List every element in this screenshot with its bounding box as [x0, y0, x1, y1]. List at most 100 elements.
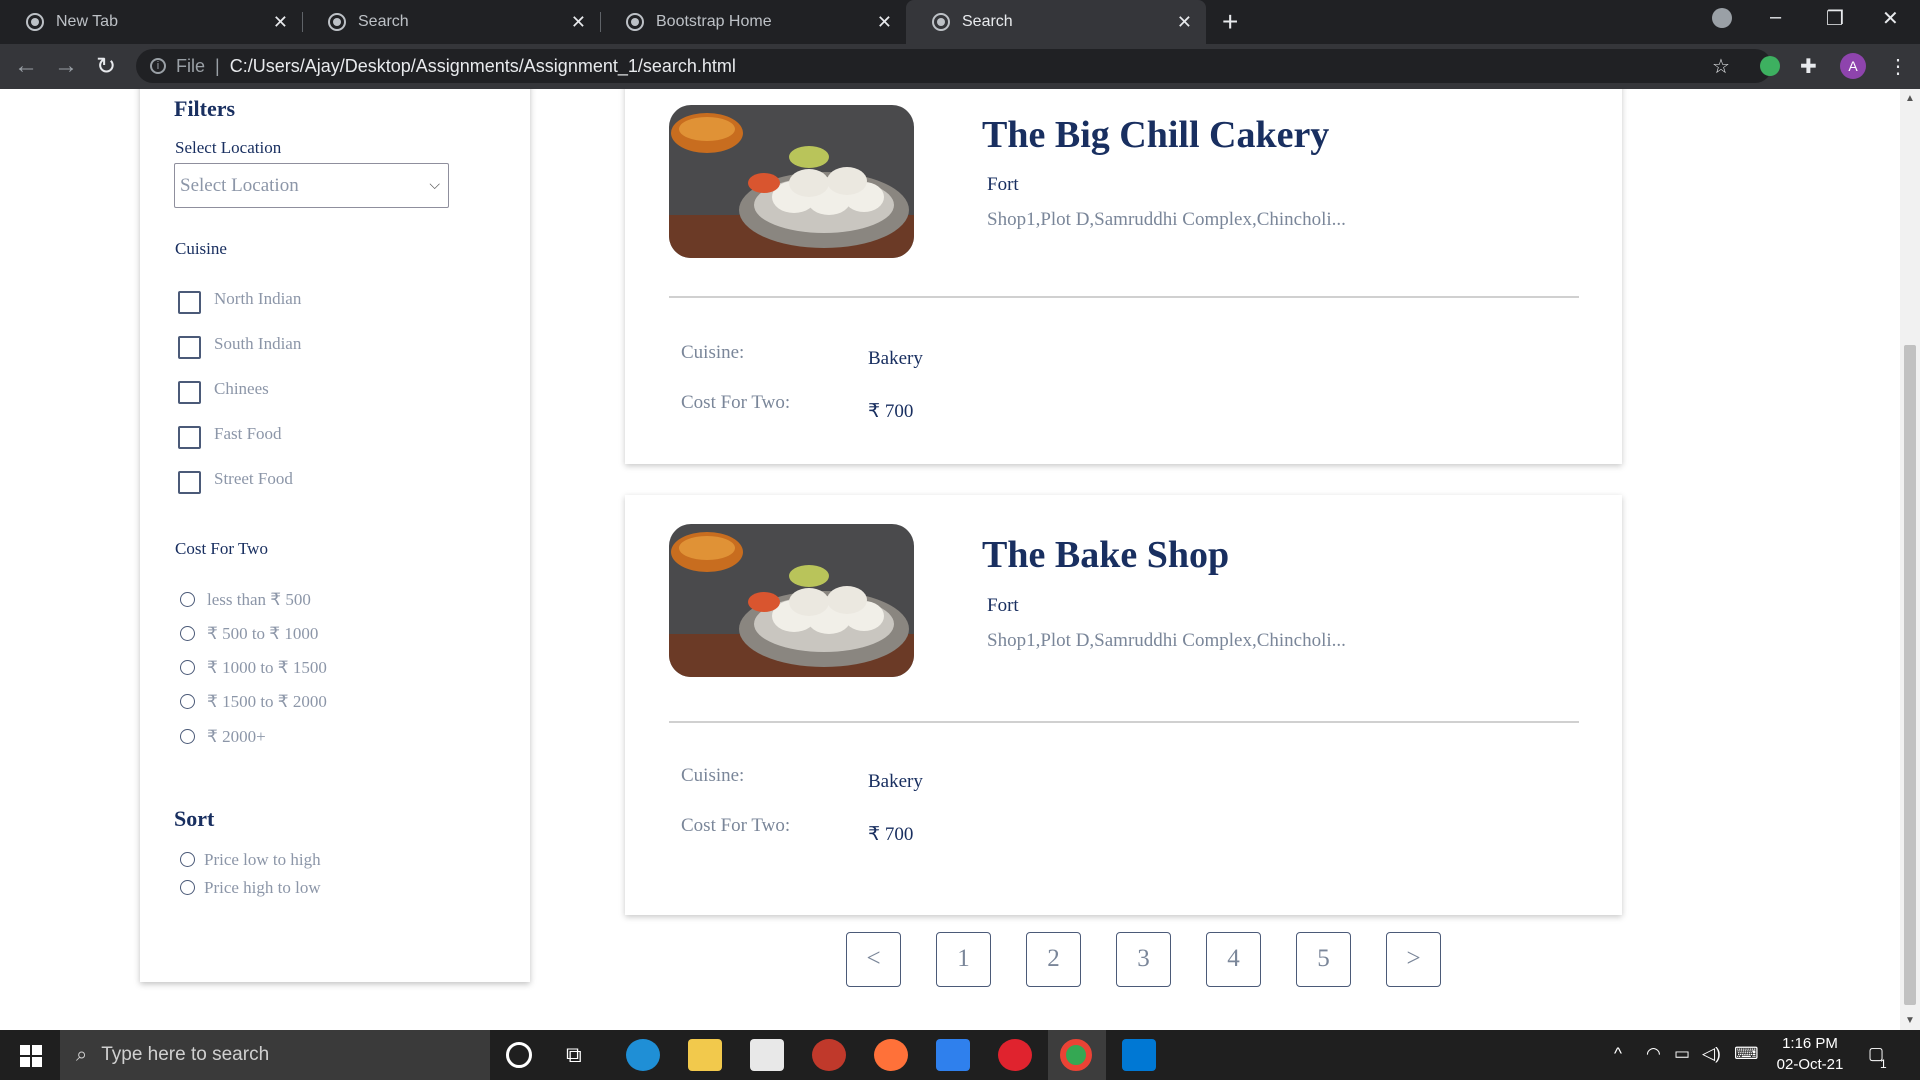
cuisine-value: Bakery: [868, 348, 923, 369]
cost-option-label: less than ₹ 500: [207, 590, 311, 609]
chrome-icon: [1060, 1039, 1092, 1071]
filters-panel: Filters Select Location Select Location …: [140, 89, 530, 982]
cost-option-label: ₹ 1500 to ₹ 2000: [207, 692, 327, 711]
extension-icon[interactable]: [1760, 56, 1780, 76]
checkbox-street-food[interactable]: [178, 471, 201, 494]
extensions-puzzle-icon[interactable]: ✚: [1800, 54, 1817, 79]
bookmark-star-icon[interactable]: ☆: [1712, 54, 1730, 79]
browser-toolbar: ← → ↻ i File | C:/Users/Ajay/Desktop/Ass…: [0, 44, 1920, 89]
cost-key: Cost For Two:: [681, 815, 791, 836]
tab-new-tab[interactable]: New Tab ✕: [0, 0, 302, 44]
pagination-page-2[interactable]: 2: [1026, 932, 1081, 987]
restaurant-area: Fort: [987, 595, 1019, 616]
search-icon: ⌕: [76, 1043, 88, 1066]
close-tab-icon[interactable]: ✕: [877, 12, 892, 33]
radio-cost-1500-2000[interactable]: [180, 694, 195, 709]
sort-option-label: Price high to low: [204, 878, 321, 897]
cost-value: ₹ 700: [868, 824, 914, 845]
scrollbar-thumb[interactable]: [1904, 345, 1916, 1005]
edge-icon[interactable]: [626, 1039, 660, 1071]
close-tab-icon[interactable]: ✕: [273, 12, 288, 33]
clock-time[interactable]: 1:16 PM: [1770, 1035, 1850, 1052]
clock-date[interactable]: 02-Oct-21: [1770, 1056, 1850, 1073]
forward-icon[interactable]: →: [54, 52, 78, 80]
task-view-icon[interactable]: ⧉: [566, 1042, 582, 1068]
game-app-icon[interactable]: [812, 1039, 846, 1071]
mail-icon[interactable]: [936, 1039, 970, 1071]
checkbox-south-indian[interactable]: [178, 336, 201, 359]
restaurant-name[interactable]: The Big Chill Cakery: [982, 113, 1329, 157]
globe-icon: [328, 13, 346, 31]
radio-cost-2000-plus[interactable]: [180, 729, 195, 744]
close-window-icon[interactable]: ✕: [1882, 6, 1899, 31]
info-icon[interactable]: i: [150, 58, 166, 74]
radio-cost-500-1000[interactable]: [180, 626, 195, 641]
cuisine-key: Cuisine:: [681, 342, 745, 363]
tab-search-menu-icon[interactable]: [1712, 8, 1732, 28]
chevron-up-icon[interactable]: ^: [1614, 1044, 1622, 1064]
pagination-page-1[interactable]: 1: [936, 932, 991, 987]
back-icon[interactable]: ←: [14, 52, 38, 80]
browser-tab-strip: New Tab ✕ Search ✕ Bootstrap Home ✕ Sear…: [0, 0, 1920, 44]
restaurant-name[interactable]: The Bake Shop: [982, 533, 1229, 577]
tab-search-active[interactable]: Search ✕: [906, 0, 1206, 44]
card-divider: [669, 721, 1579, 723]
radio-sort-high-to-low[interactable]: [180, 880, 195, 895]
chevron-down-icon: ⌵: [429, 178, 440, 193]
close-tab-icon[interactable]: ✕: [1177, 12, 1192, 33]
chrome-taskbar-button[interactable]: [1048, 1030, 1106, 1080]
tab-title: New Tab: [56, 13, 118, 30]
radio-cost-under-500[interactable]: [180, 592, 195, 607]
opera-icon[interactable]: [998, 1039, 1032, 1071]
vscode-icon[interactable]: [1122, 1039, 1156, 1071]
cuisine-option-label: Street Food: [214, 469, 293, 488]
restaurant-image[interactable]: [669, 105, 914, 258]
windows-start-icon[interactable]: [20, 1045, 42, 1067]
pagination-next[interactable]: >: [1386, 932, 1441, 987]
checkbox-fast-food[interactable]: [178, 426, 201, 449]
file-explorer-icon[interactable]: [688, 1039, 722, 1071]
battery-icon[interactable]: ▭: [1674, 1044, 1690, 1064]
minimize-icon[interactable]: –: [1770, 6, 1781, 29]
radio-cost-1000-1500[interactable]: [180, 660, 195, 675]
tab-search[interactable]: Search ✕: [302, 0, 600, 44]
volume-icon[interactable]: ◁): [1702, 1044, 1721, 1064]
restaurant-image[interactable]: [669, 524, 914, 677]
cortana-icon[interactable]: [506, 1042, 532, 1068]
pagination-page-3[interactable]: 3: [1116, 932, 1171, 987]
url-scheme: File: [176, 55, 206, 76]
restaurant-card[interactable]: The Big Chill Cakery Fort Shop1,Plot D,S…: [625, 89, 1622, 464]
pagination-prev[interactable]: <: [846, 932, 901, 987]
scroll-up-icon[interactable]: ▲: [1905, 93, 1915, 104]
store-icon[interactable]: [750, 1039, 784, 1071]
profile-avatar[interactable]: A: [1840, 53, 1866, 79]
keyboard-icon[interactable]: ⌨: [1734, 1044, 1759, 1064]
cost-option-label: ₹ 500 to ₹ 1000: [207, 624, 319, 643]
globe-icon: [626, 13, 644, 31]
wifi-icon[interactable]: ◠: [1646, 1044, 1661, 1064]
cost-value: ₹ 700: [868, 401, 914, 422]
cuisine-label: Cuisine: [175, 239, 227, 258]
new-tab-button[interactable]: +: [1222, 6, 1238, 38]
address-bar[interactable]: i File | C:/Users/Ajay/Desktop/Assignmen…: [136, 49, 1772, 83]
more-menu-icon[interactable]: ⋮: [1888, 54, 1908, 79]
cost-key: Cost For Two:: [681, 392, 791, 413]
restaurant-address: Shop1,Plot D,Samruddhi Complex,Chincholi…: [987, 209, 1346, 230]
pagination-page-4[interactable]: 4: [1206, 932, 1261, 987]
restore-icon[interactable]: ❐: [1826, 6, 1844, 31]
checkbox-chinees[interactable]: [178, 381, 201, 404]
close-tab-icon[interactable]: ✕: [571, 12, 586, 33]
restaurant-card[interactable]: The Bake Shop Fort Shop1,Plot D,Samruddh…: [625, 495, 1622, 915]
tab-bootstrap-home[interactable]: Bootstrap Home ✕: [600, 0, 906, 44]
location-select[interactable]: Select Location ⌵: [174, 163, 449, 208]
checkbox-north-indian[interactable]: [178, 291, 201, 314]
radio-sort-low-to-high[interactable]: [180, 852, 195, 867]
pagination-page-5[interactable]: 5: [1296, 932, 1351, 987]
page-scrollbar[interactable]: ▲ ▼: [1900, 89, 1920, 1030]
reload-icon[interactable]: ↻: [96, 52, 116, 81]
scroll-down-icon[interactable]: ▼: [1905, 1015, 1915, 1026]
page-viewport: Filters Select Location Select Location …: [0, 89, 1900, 1030]
cuisine-option-label: South Indian: [214, 334, 302, 353]
taskbar-search[interactable]: ⌕ Type here to search: [60, 1030, 490, 1080]
firefox-icon[interactable]: [874, 1039, 908, 1071]
